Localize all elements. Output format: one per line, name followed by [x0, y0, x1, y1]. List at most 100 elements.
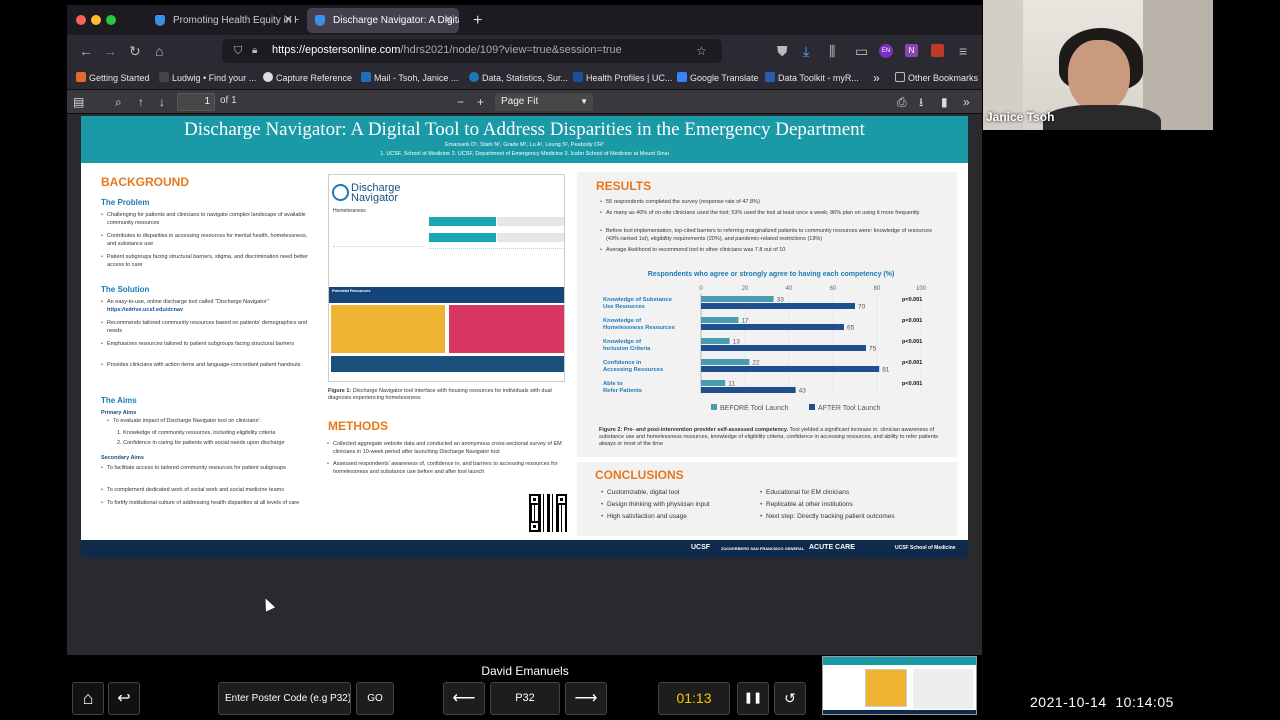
- tab-promoting-health-equity[interactable]: Promoting Health Equity in Healt ✕: [147, 8, 299, 33]
- forward-icon[interactable]: →: [103, 43, 117, 59]
- save-icon[interactable]: ⭳: [919, 94, 923, 110]
- participant-name: Janice Tsoh: [986, 110, 1055, 124]
- conclusion-item: Educational for EM clinicians: [760, 489, 849, 497]
- downloads-icon[interactable]: ⤓: [803, 43, 809, 59]
- bookmark-item[interactable]: Data, Statistics, Sur...: [469, 70, 568, 86]
- reload-icon[interactable]: ↻: [129, 43, 141, 59]
- zsfg-logo: ZUCKERBERG SAN FRANCISCO GENERAL: [721, 546, 805, 551]
- tab-discharge-navigator[interactable]: Discharge Navigator: A Digital To ✕: [307, 8, 459, 33]
- chevron-down-icon: ▼: [580, 97, 588, 106]
- poster-title: Discharge Navigator: A Digital Tool to A…: [184, 119, 865, 140]
- poster-affiliations: 1. UCSF, School of Medicine 2. UCSF, Dep…: [380, 151, 669, 157]
- close-tab-icon[interactable]: ✕: [444, 8, 453, 33]
- figure-1-caption: Figure 1: Discharge Navigator tool inter…: [328, 388, 552, 401]
- search-icon[interactable]: ⌕: [115, 94, 122, 110]
- toggle-sidebar-icon[interactable]: ▤: [73, 94, 84, 110]
- home-icon[interactable]: ⌂: [155, 43, 163, 59]
- maximize-window-button[interactable]: [106, 15, 116, 25]
- bookmark-favicon-icon: [573, 72, 583, 82]
- bookmark-favicon-icon: [159, 72, 169, 82]
- solution-bullet: Provides clinicians with action items an…: [101, 362, 312, 370]
- fig1-option-bar: [429, 217, 496, 226]
- previous-page-icon[interactable]: ↑: [138, 94, 144, 110]
- solution-link[interactable]: https://edrive.ucsf.edu/dcnav: [107, 307, 183, 315]
- tab-title: Promoting Health Equity in Healt: [173, 15, 299, 26]
- lock-icon[interactable]: 🔒︎: [252, 43, 257, 59]
- shield-icon[interactable]: ⛉: [234, 43, 242, 59]
- translate-icon: [677, 72, 687, 82]
- library-icon[interactable]: ⫼: [829, 43, 835, 59]
- category-label: Accessing Resources: [603, 367, 663, 373]
- x-tick-label: 20: [742, 286, 749, 292]
- close-tab-icon[interactable]: ✕: [284, 8, 293, 33]
- fig1-option-bar: [497, 217, 564, 226]
- extension-icon[interactable]: [931, 44, 944, 57]
- previous-poster-button[interactable]: ⟵: [443, 682, 485, 715]
- primary-aims-heading: Primary Aims: [101, 410, 137, 416]
- solution-bullet: An easy-to-use, online discharge tool ca…: [101, 299, 312, 307]
- new-tab-icon[interactable]: +: [473, 8, 482, 33]
- fig1-category-list: [429, 248, 564, 278]
- bookmarks-bar: Getting Started Ludwig • Find your ... C…: [67, 67, 982, 90]
- zoom-select[interactable]: Page Fit ▼: [495, 93, 593, 111]
- bookmark-item[interactable]: Mail - Tsoh, Janice ...: [361, 70, 458, 86]
- back-button[interactable]: ↩: [108, 682, 140, 715]
- url-text: https://epostersonline.com/hdrs2021/node…: [272, 44, 622, 56]
- current-poster-label: P32: [490, 682, 560, 715]
- poster-thumbnail[interactable]: [822, 656, 977, 715]
- bookmark-item[interactable]: Health Profiles | UC...: [573, 70, 672, 86]
- tab-bar: Promoting Health Equity in Healt ✕ Disch…: [67, 5, 982, 35]
- fig1-potential-resources-bar: Potential Resources: [329, 287, 564, 303]
- print-icon[interactable]: ⎙: [897, 94, 907, 110]
- minimize-window-button[interactable]: [91, 15, 101, 25]
- conclusion-item: Replicable at other institutions: [760, 501, 853, 509]
- participant-body: [1043, 105, 1161, 130]
- p-value-label: p<0.001: [902, 318, 922, 324]
- zoom-out-icon[interactable]: −: [457, 94, 464, 110]
- legend-swatch: [711, 404, 717, 410]
- bookmark-item[interactable]: Data Toolkit - myR...: [765, 70, 859, 86]
- mail-icon: [361, 72, 371, 82]
- primary-aim: 1. Knowledge of community resources, inc…: [117, 430, 276, 436]
- bookmark-item[interactable]: Getting Started: [76, 70, 150, 86]
- secondary-aim: To fortify institutional culture of addr…: [101, 500, 312, 508]
- bookmark-item[interactable]: Ludwig • Find your ...: [159, 70, 256, 86]
- tools-icon[interactable]: »: [963, 94, 970, 110]
- poster-header: Discharge Navigator: A Digital Tool to A…: [81, 116, 968, 163]
- pause-button[interactable]: ❚❚: [737, 682, 769, 715]
- qr-code[interactable]: [529, 494, 567, 532]
- thumbnail-footer: [823, 710, 976, 714]
- globe-icon: [263, 72, 273, 82]
- onenote-extension-icon[interactable]: N: [905, 44, 918, 57]
- fig1-option-bar: [497, 233, 564, 242]
- qr-finder: [556, 494, 567, 505]
- figure-1-tool-interface: Discharge Navigator Homelessness Potentia…: [328, 174, 565, 382]
- solution-bullet: Emphasizes resources tailored to patient…: [101, 341, 312, 349]
- more-bookmarks-icon[interactable]: »: [873, 70, 880, 86]
- bookmark-icon[interactable]: ▮: [941, 94, 948, 110]
- next-page-icon[interactable]: ↓: [159, 94, 165, 110]
- bookmark-star-icon[interactable]: ☆: [696, 43, 707, 59]
- pdf-viewer[interactable]: Discharge Navigator: A Digital Tool to A…: [67, 114, 982, 655]
- next-poster-button[interactable]: ⟶: [565, 682, 607, 715]
- sidebar-icon[interactable]: ▭: [855, 43, 868, 59]
- url-bar[interactable]: ⛉ 🔒︎ https://epostersonline.com/hdrs2021…: [222, 39, 722, 63]
- pocket-icon[interactable]: ⛊: [777, 43, 788, 59]
- reset-button[interactable]: ↺: [774, 682, 806, 715]
- language-extension-icon[interactable]: EN: [879, 44, 893, 58]
- go-button[interactable]: GO: [356, 682, 394, 715]
- close-window-button[interactable]: [76, 15, 86, 25]
- zoom-in-icon[interactable]: +: [477, 94, 484, 110]
- home-button[interactable]: ⌂: [72, 682, 104, 715]
- globe-icon: [469, 72, 479, 82]
- bookmark-item[interactable]: Capture Reference: [263, 70, 352, 86]
- results-heading: RESULTS: [596, 179, 652, 193]
- poster-code-input[interactable]: Enter Poster Code (e.g P32): [218, 682, 351, 715]
- other-bookmarks-folder[interactable]: Other Bookmarks: [895, 70, 978, 86]
- menu-icon[interactable]: ≡: [959, 43, 967, 59]
- bookmark-item[interactable]: Google Translate: [677, 70, 759, 86]
- page-number-input[interactable]: 1: [177, 93, 215, 111]
- category-label: Knowledge of: [603, 318, 641, 324]
- back-icon[interactable]: ←: [79, 43, 93, 59]
- primary-aim: To evaluate impact of Discharge Navigato…: [107, 418, 313, 426]
